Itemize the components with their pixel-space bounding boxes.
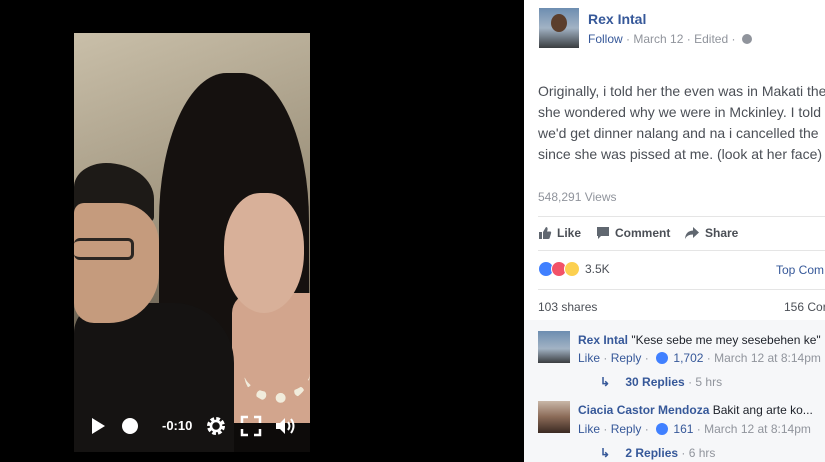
comment-time[interactable]: March 12 at 8:14pm [704, 422, 811, 436]
post-text-line: Originally, i told her the even was in M… [538, 83, 825, 99]
reply-arrow-icon: ↳ [600, 375, 611, 389]
volume-icon[interactable] [274, 415, 298, 437]
separator: · [644, 351, 649, 365]
scrub-handle[interactable] [122, 418, 138, 434]
comments-count[interactable]: 156 Cor [784, 300, 825, 314]
edited-label[interactable]: Edited [694, 32, 728, 46]
video-player[interactable] [74, 33, 310, 452]
comment-replies[interactable]: ↳ 2 Replies · 6 hrs [600, 446, 715, 460]
view-count: 548,291 Views [538, 190, 617, 204]
comment-reply-link[interactable]: Reply [611, 351, 642, 365]
comment-replies[interactable]: ↳ 30 Replies · 5 hrs [600, 375, 722, 389]
comment-text: "Kese sebe me mey sesebehen ke" [631, 333, 821, 347]
comment-icon [597, 227, 609, 239]
replies-count: 2 Replies [625, 446, 679, 460]
author-avatar[interactable] [539, 8, 579, 48]
divider [538, 250, 825, 251]
comment-like-count[interactable]: 1,702 [673, 351, 703, 365]
comment-author[interactable]: Ciacia Castor Mendoza [578, 403, 709, 417]
author-name[interactable]: Rex Intal [588, 11, 646, 27]
share-label: Share [705, 226, 739, 240]
meta-separator: · [731, 32, 736, 46]
post-meta: Follow · March 12 · Edited · [588, 32, 752, 46]
play-icon[interactable] [92, 418, 105, 434]
video-man-glasses [74, 238, 134, 260]
video-person-face [224, 193, 304, 313]
post-text-line: she wondered why we were in Mckinley. I … [538, 104, 821, 120]
like-label: Like [557, 226, 582, 240]
shares-count[interactable]: 103 shares [538, 300, 597, 314]
post-text-line: since she was pissed at me. (look at her… [538, 146, 823, 162]
replies-count: 30 Replies [625, 375, 685, 389]
top-comments-sort[interactable]: Top Com [776, 263, 824, 277]
divider [538, 289, 825, 290]
divider [538, 216, 825, 217]
like-icon [656, 352, 669, 364]
post-panel: Rex Intal Follow · March 12 · Edited · O… [524, 0, 825, 462]
video-controls: -0:10 [74, 406, 310, 446]
commenter-avatar[interactable] [538, 331, 570, 363]
gear-icon[interactable] [204, 414, 228, 438]
comment-text: Bakit ang arte ko... [712, 403, 813, 417]
separator: · [603, 422, 611, 436]
replies-time: 6 hrs [688, 446, 716, 460]
like-icon [656, 423, 669, 435]
page: -0:10 Rex Intal Follow · March 12 · Edit… [0, 0, 825, 462]
comment-like-count[interactable]: 161 [673, 422, 693, 436]
commenter-avatar[interactable] [538, 401, 570, 433]
thumbs-up-icon [539, 227, 552, 239]
reply-arrow-icon: ↳ [600, 446, 611, 460]
fullscreen-icon[interactable] [240, 415, 262, 437]
video-man-face [74, 203, 159, 323]
comment-reply-link[interactable]: Reply [611, 422, 642, 436]
comment-actions: Like · Reply · 1,702 · March 12 at 8:14p… [578, 351, 821, 365]
comment-time[interactable]: March 12 at 8:14pm [714, 351, 821, 365]
comment-like-link[interactable]: Like [578, 351, 600, 365]
meta-separator: · [686, 32, 695, 46]
separator: · [681, 446, 689, 460]
comment-like-link[interactable]: Like [578, 422, 600, 436]
comment-label: Comment [615, 226, 671, 240]
separator: · [603, 351, 611, 365]
follow-link[interactable]: Follow [588, 32, 623, 46]
globe-icon [741, 34, 752, 44]
replies-time: 5 hrs [695, 375, 723, 389]
comment-author[interactable]: Rex Intal [578, 333, 628, 347]
like-button[interactable]: Like [538, 226, 581, 240]
video-necklace [244, 343, 310, 403]
reaction-count: 3.5K [585, 262, 610, 276]
share-button[interactable]: Share [684, 226, 738, 240]
time-remaining: -0:10 [162, 418, 193, 433]
comment-body: Rex Intal "Kese sebe me mey sesebehen ke… [578, 333, 821, 347]
comment-actions: Like · Reply · 161 · March 12 at 8:14pm [578, 422, 811, 436]
post-date[interactable]: March 12 [633, 32, 683, 46]
comment-body: Ciacia Castor Mendoza Bakit ang arte ko.… [578, 403, 813, 417]
share-icon [685, 227, 699, 239]
haha-icon [564, 261, 580, 277]
comment-button[interactable]: Comment [596, 226, 670, 240]
separator: · [644, 422, 649, 436]
reactions-summary[interactable]: 3.5K [538, 261, 610, 277]
post-text-line: we'd get dinner nalang and na i cancelle… [538, 125, 819, 141]
